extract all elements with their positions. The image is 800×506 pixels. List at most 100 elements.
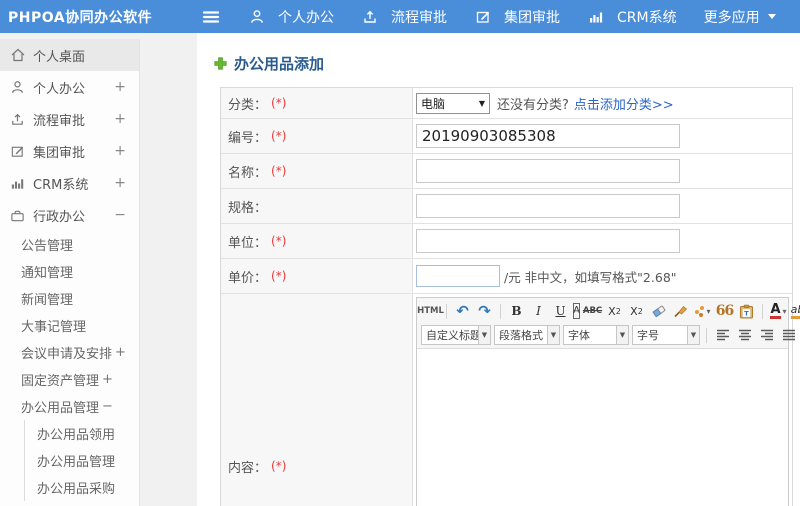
sidebar-item-group-approval[interactable]: 集团审批 + xyxy=(0,135,139,167)
price-input[interactable] xyxy=(416,265,500,287)
blockquote-button[interactable]: 66 xyxy=(715,302,734,320)
spec-input[interactable] xyxy=(416,194,680,218)
italic-button[interactable]: I xyxy=(529,302,548,320)
sidebar-item-supplies-mgmt[interactable]: 办公用品管理 − xyxy=(0,393,139,420)
price-format-hint: /元 非中文，如填写格式"2.68" xyxy=(504,269,677,285)
page-title-text: 办公用品添加 xyxy=(234,55,325,73)
nav-workflow-approval[interactable]: 流程审批 xyxy=(361,7,447,27)
nav-label: CRM系统 xyxy=(617,9,677,26)
subscript-button[interactable]: X2 xyxy=(627,302,646,320)
justify-icon[interactable] xyxy=(779,326,798,344)
chart-icon xyxy=(9,175,26,191)
paragraph-format-dropdown[interactable]: 段落格式 ▼ xyxy=(494,325,560,345)
sidebar-item-news-mgmt[interactable]: 新闻管理 xyxy=(0,285,139,312)
sidebar-item-announcement-mgmt[interactable]: 公告管理 xyxy=(0,231,139,258)
sidebar-item-label: 个人办公 xyxy=(33,81,86,97)
hamburger-menu-icon[interactable] xyxy=(202,10,220,24)
redo-icon[interactable]: ↷ xyxy=(475,302,494,320)
sidebar-item-desktop[interactable]: 个人桌面 xyxy=(0,39,139,71)
superscript-button[interactable]: X2 xyxy=(605,302,624,320)
mini-caret-icon: ▾ xyxy=(706,306,711,316)
sidebar-menu: 个人桌面 个人办公 + 流程审批 + 集团审批 + CRM系统 + 行政办公 −… xyxy=(0,39,140,506)
highlight-set-icon[interactable]: ▾ xyxy=(693,302,712,320)
sidebar-item-supplies-claim[interactable]: 办公用品领用 xyxy=(37,420,139,447)
nav-personal-office[interactable]: 个人办公 xyxy=(248,7,334,27)
sidebar-item-workflow-approval[interactable]: 流程审批 + xyxy=(0,103,139,135)
sidebar-item-supplies-purchase[interactable]: 办公用品采购 xyxy=(37,474,139,501)
form-row-category: 分类： (*) 电脑 ▼ 还没有分类? 点击添加分类>> xyxy=(221,88,792,119)
briefcase-icon xyxy=(9,207,26,223)
sidebar-item-label: 办公用品采购 xyxy=(37,482,116,497)
source-code-button[interactable]: HTML xyxy=(417,302,444,320)
editor-content[interactable] xyxy=(417,349,788,506)
required-mark: (*) xyxy=(271,129,287,143)
toolbar-separator xyxy=(446,303,447,319)
paste-clipboard-icon[interactable]: T xyxy=(737,302,756,320)
unit-input[interactable] xyxy=(416,229,680,253)
page-title: 办公用品添加 xyxy=(214,53,800,74)
nav-more-apps[interactable]: 更多应用 xyxy=(704,7,776,27)
add-plus-icon xyxy=(214,57,227,70)
nav-label: 更多应用 xyxy=(703,9,760,26)
person-icon xyxy=(248,9,265,25)
form-row-content: 内容： (*) HTML ↶ ↷ B I U A ABC X 2 X 2 ▾ 6… xyxy=(221,294,800,506)
sidebar-item-label: 集团审批 xyxy=(33,145,86,161)
code-input[interactable] xyxy=(416,124,680,148)
eraser-icon[interactable] xyxy=(649,302,668,320)
sidebar-item-admin-office[interactable]: 行政办公 − xyxy=(0,199,139,231)
main-content: 办公用品添加 分类： (*) 电脑 ▼ 还没有分类? 点击添加分类>> 编号： … xyxy=(197,33,800,506)
supplies-submenu: 办公用品领用 办公用品管理 办公用品采购 xyxy=(24,420,139,501)
collapse-toggle[interactable]: − xyxy=(102,399,113,414)
category-select[interactable]: 电脑 ▼ xyxy=(416,92,490,114)
align-center-icon[interactable] xyxy=(735,326,754,344)
name-input[interactable] xyxy=(416,159,680,183)
admin-office-submenu: 公告管理 通知管理 新闻管理 大事记管理 会议申请及安排 + 固定资产管理 + … xyxy=(0,231,139,501)
highlight-color-button[interactable]: ab▾ xyxy=(790,302,800,320)
add-category-link[interactable]: 点击添加分类>> xyxy=(574,94,674,113)
edit-icon xyxy=(9,143,26,159)
align-left-icon[interactable] xyxy=(713,326,732,344)
underline-button[interactable]: U xyxy=(551,302,570,320)
sidebar-item-label: 个人桌面 xyxy=(33,49,86,65)
undo-icon[interactable]: ↶ xyxy=(453,302,472,320)
home-icon xyxy=(9,47,26,63)
sidebar-item-memorabilia-mgmt[interactable]: 大事记管理 xyxy=(0,312,139,339)
chart-icon xyxy=(587,9,604,25)
select-caret-icon: ▼ xyxy=(478,98,485,108)
collapse-toggle[interactable]: − xyxy=(114,208,126,222)
sidebar-item-personal-office[interactable]: 个人办公 + xyxy=(0,71,139,103)
expand-toggle[interactable]: + xyxy=(114,112,126,126)
category-select-value: 电脑 xyxy=(421,96,446,111)
bold-button[interactable]: B xyxy=(507,302,526,320)
expand-toggle[interactable]: + xyxy=(114,144,126,158)
editor-toolbar-row1: HTML ↶ ↷ B I U A ABC X 2 X 2 ▾ 66 T A ▾ … xyxy=(417,299,800,323)
form-row-name: 名称： (*) xyxy=(221,154,792,189)
sidebar-item-crm[interactable]: CRM系统 + xyxy=(0,167,139,199)
toolbar-separator xyxy=(762,303,763,319)
nav-crm-system[interactable]: CRM系统 xyxy=(587,7,677,27)
format-brush-icon[interactable] xyxy=(671,302,690,320)
nav-group-approval[interactable]: 集团审批 xyxy=(474,7,560,27)
sidebar-item-supplies-manage[interactable]: 办公用品管理 xyxy=(37,447,139,474)
font-size-dropdown[interactable]: 字号 ▼ xyxy=(632,325,700,345)
sidebar-item-label: 通知管理 xyxy=(21,266,74,281)
expand-toggle[interactable]: + xyxy=(102,372,113,387)
sidebar-item-fixed-assets[interactable]: 固定资产管理 + xyxy=(0,366,139,393)
font-color-button[interactable]: A ▾ xyxy=(769,302,788,320)
font-style-button[interactable]: A xyxy=(573,303,580,319)
expand-toggle[interactable]: + xyxy=(114,176,126,190)
sidebar: 个人桌面 个人办公 + 流程审批 + 集团审批 + CRM系统 + 行政办公 −… xyxy=(0,33,197,506)
heading-dropdown[interactable]: 自定义标题 ▼ xyxy=(421,325,491,345)
sidebar-item-meeting-request[interactable]: 会议申请及安排 + xyxy=(0,339,139,366)
svg-text:T: T xyxy=(744,309,749,317)
toolbar-separator xyxy=(706,327,707,343)
font-family-dropdown[interactable]: 字体 ▼ xyxy=(563,325,629,345)
required-mark: (*) xyxy=(271,164,287,178)
expand-toggle[interactable]: + xyxy=(114,80,126,94)
expand-toggle[interactable]: + xyxy=(115,345,126,360)
sidebar-item-notice-mgmt[interactable]: 通知管理 xyxy=(0,258,139,285)
align-right-icon[interactable] xyxy=(757,326,776,344)
form-row-spec: 规格： xyxy=(221,189,792,224)
strikethrough-button[interactable]: ABC xyxy=(583,302,602,320)
nav-label: 流程审批 xyxy=(391,9,447,26)
